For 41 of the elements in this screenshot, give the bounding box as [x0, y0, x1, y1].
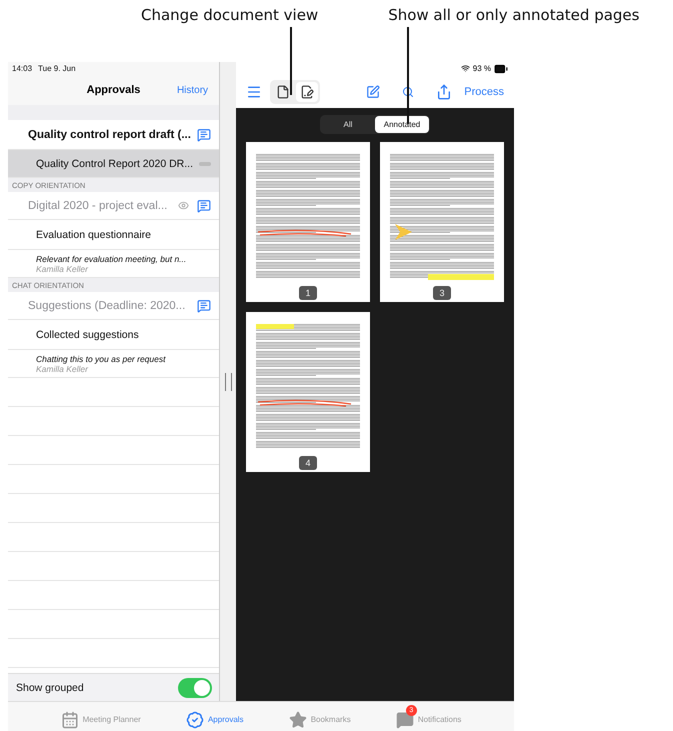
- filter-tab[interactable]: Annotated: [375, 116, 429, 133]
- chat-icon[interactable]: [197, 128, 212, 142]
- page-number: 1: [299, 286, 317, 300]
- comment-text: Chatting this to you as per request: [36, 354, 167, 364]
- show-grouped-switch[interactable]: [178, 678, 212, 698]
- leader-line: [290, 27, 292, 95]
- page-pen-icon: [300, 84, 314, 98]
- comment-author: Kamilla Keller: [36, 364, 90, 374]
- toggle-label: Show grouped: [16, 682, 84, 694]
- page-number: 3: [433, 286, 451, 300]
- check-badge-icon: [186, 710, 204, 728]
- battery-percent: 93 %: [472, 64, 491, 73]
- status-date: Tue 9. Jun: [38, 64, 76, 73]
- chat-icon[interactable]: [197, 298, 212, 312]
- page-number: 4: [299, 456, 317, 470]
- chat-icon[interactable]: [197, 198, 212, 212]
- eye-icon: [178, 200, 190, 211]
- callout-label: Show all or only annotated pages: [388, 6, 640, 24]
- comment-author: Kamilla Keller: [36, 264, 90, 274]
- chat-bubble-icon: [396, 710, 414, 728]
- page-icon: [276, 84, 290, 98]
- calendar-icon: [60, 710, 79, 728]
- callout-label: Change document view: [141, 6, 318, 24]
- wifi-icon: [460, 64, 470, 73]
- page-thumbnail[interactable]: 3: [380, 142, 504, 302]
- comment-text: Relevant for evaluation meeting, but n...: [36, 254, 188, 264]
- search-icon[interactable]: [402, 86, 414, 98]
- share-icon[interactable]: [436, 84, 452, 100]
- attachment-row[interactable]: Quality Control Report 2020 DR...: [8, 150, 220, 178]
- status-time: 14:03: [12, 64, 32, 73]
- tab-bar-item[interactable]: Approvals: [186, 704, 244, 728]
- edit-icon[interactable]: [366, 84, 380, 98]
- menu-icon[interactable]: [246, 84, 262, 100]
- page-thumbnail[interactable]: 1: [246, 142, 370, 302]
- history-link[interactable]: History: [176, 84, 208, 96]
- page-thumbnail[interactable]: 4: [246, 312, 370, 472]
- sidebar-title: Approvals: [86, 84, 140, 96]
- process-button[interactable]: Process: [464, 86, 504, 98]
- annotate-view-button[interactable]: [296, 82, 318, 102]
- filter-tab[interactable]: All: [321, 116, 375, 133]
- star-icon: [288, 710, 307, 728]
